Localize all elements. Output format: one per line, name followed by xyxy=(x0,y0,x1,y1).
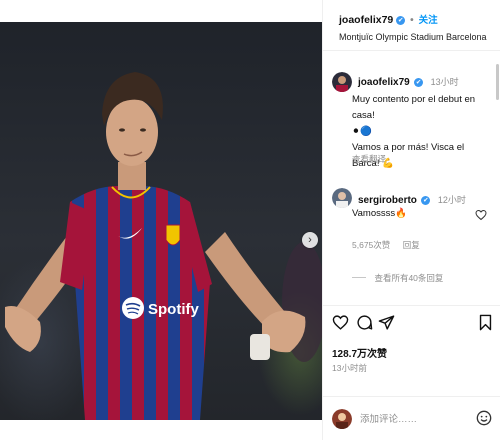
comment-meta: 5,675次赞 回复 xyxy=(352,235,420,253)
instagram-post-window: Spotify › joaofelix79 ✔ • 关注 Montjuïc Ol… xyxy=(0,0,500,440)
player-photo: Spotify xyxy=(5,72,322,420)
comment-likes[interactable]: 5,675次赞 xyxy=(352,240,390,250)
smiley-icon[interactable] xyxy=(476,410,492,426)
reply-button[interactable]: 回复 xyxy=(403,240,420,250)
post-location[interactable]: Montjuïc Olympic Stadium Barcelona xyxy=(339,32,487,42)
view-replies[interactable]: 查看所有40条回复 xyxy=(352,268,443,286)
caption-header: joaofelix79 ✔ 13小时 xyxy=(358,72,459,90)
comment-avatar[interactable] xyxy=(332,188,352,208)
next-media-button[interactable]: › xyxy=(302,232,318,248)
scrollbar-thumb[interactable] xyxy=(496,64,499,100)
verified-icon: ✔ xyxy=(396,16,406,25)
comment-text: Vamossss🔥 xyxy=(352,208,407,219)
verified-icon: ✔ xyxy=(414,78,424,87)
post-media[interactable]: Spotify › xyxy=(0,22,322,420)
share-icon[interactable] xyxy=(378,314,395,331)
caption-time: 13小时 xyxy=(430,77,459,87)
post-header: joaofelix79 ✔ • 关注 Montjuïc Olympic Stad… xyxy=(323,0,500,51)
comment-icon[interactable] xyxy=(356,314,373,331)
heart-icon[interactable] xyxy=(332,314,349,331)
caption-username[interactable]: joaofelix79 xyxy=(358,77,410,88)
see-translation-link[interactable]: 查看翻译 xyxy=(352,153,386,165)
comment-time: 12小时 xyxy=(437,195,466,205)
composer-avatar xyxy=(332,409,352,429)
post-time: 13小时前 xyxy=(332,363,367,373)
verified-icon: ✔ xyxy=(421,196,431,205)
post-username[interactable]: joaofelix79 xyxy=(339,14,393,26)
follow-button[interactable]: 关注 xyxy=(419,15,438,26)
comment-like-heart-icon[interactable] xyxy=(475,209,487,221)
likes-count[interactable]: 128.7万次赞 xyxy=(332,345,387,360)
caption-avatar[interactable] xyxy=(332,72,352,92)
caption-line: Muy contento por el debut en casa! xyxy=(352,94,476,121)
replies-line xyxy=(352,277,366,278)
sponsor-text: Spotify xyxy=(148,301,199,318)
comment-username[interactable]: sergiroberto xyxy=(358,195,417,206)
comment-composer xyxy=(322,396,500,441)
caption-emoji: ⚫🔵 xyxy=(352,126,372,137)
separator: • xyxy=(410,15,414,26)
comment-input[interactable] xyxy=(358,407,472,431)
bookmark-icon[interactable] xyxy=(478,314,493,331)
